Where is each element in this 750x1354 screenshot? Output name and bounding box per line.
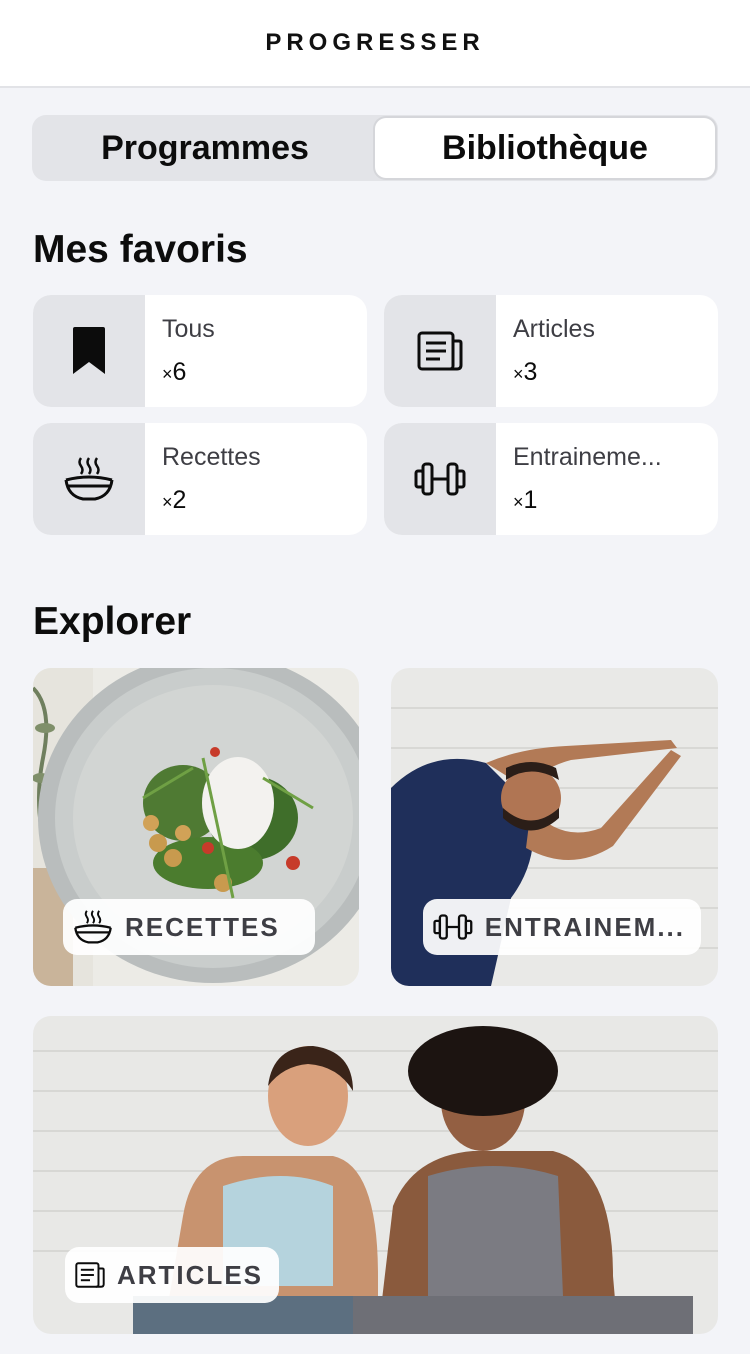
favorite-label: Recettes: [162, 443, 261, 471]
tile-label: ARTICLES: [117, 1259, 263, 1290]
favorite-card-articles[interactable]: Articles ×3: [384, 295, 718, 407]
favorite-icon-panel: [384, 423, 496, 535]
favorite-count: ×2: [162, 486, 187, 514]
page-title: PROGRESSER: [265, 29, 485, 56]
tile-label-pill: ENTRAINEM...: [423, 899, 701, 955]
tile-label-pill: ARTICLES: [65, 1247, 279, 1303]
dumbbell-icon: [433, 914, 473, 940]
favorite-icon-panel: [384, 295, 496, 407]
explore-tile-entrainements[interactable]: ENTRAINEM...: [391, 668, 718, 986]
newspaper-icon: [75, 1262, 105, 1288]
favorite-count: ×3: [513, 358, 538, 386]
favorite-label: Articles: [513, 315, 595, 343]
favorite-card-entrainements[interactable]: Entraineme... ×1: [384, 423, 718, 535]
explore-tile-articles[interactable]: ARTICLES: [33, 1016, 718, 1334]
tile-label-pill: RECETTES: [63, 899, 315, 955]
newspaper-icon: [417, 331, 463, 371]
favorite-count: ×6: [162, 358, 187, 386]
top-bar: PROGRESSER: [0, 0, 750, 88]
favorite-icon-panel: [33, 423, 145, 535]
explore-tile-recettes[interactable]: RECETTES: [33, 668, 359, 986]
favorite-card-recettes[interactable]: Recettes ×2: [33, 423, 367, 535]
tile-label: ENTRAINEM...: [484, 911, 685, 942]
favorite-card-tous[interactable]: Tous ×6: [33, 295, 367, 407]
favorite-icon-panel: [33, 295, 145, 407]
segmented-control: Programmes Bibliothèque: [32, 115, 718, 181]
bookmark-icon: [73, 327, 105, 374]
favorite-label: Tous: [162, 315, 215, 343]
favorite-count: ×1: [513, 486, 538, 514]
tab-programmes[interactable]: Programmes: [35, 118, 375, 178]
soup-bowl-icon: [64, 457, 114, 501]
dumbbell-icon: [414, 462, 466, 496]
favorite-label: Entraineme...: [513, 443, 662, 471]
explore-section-title: Explorer: [33, 600, 192, 643]
tab-bibliotheque[interactable]: Bibliothèque: [375, 118, 715, 178]
soup-bowl-icon: [74, 910, 112, 944]
tile-label: RECETTES: [125, 911, 280, 942]
favorites-section-title: Mes favoris: [33, 228, 248, 271]
